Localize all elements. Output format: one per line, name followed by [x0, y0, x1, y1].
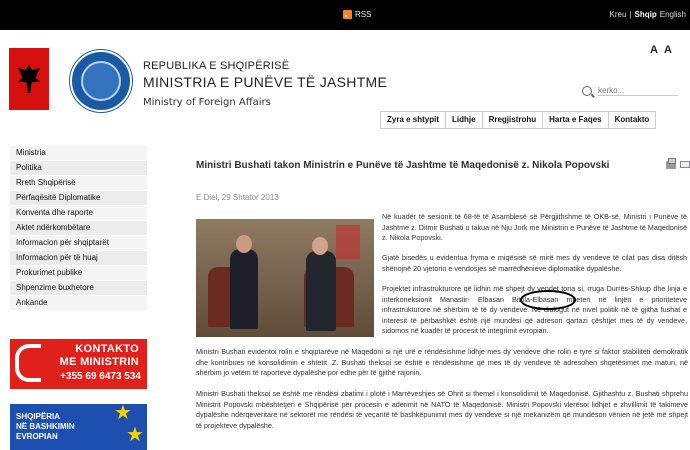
eu-line3: EVROPIAN — [16, 432, 58, 441]
nav-press-office[interactable]: Zyra e shtypit — [381, 112, 447, 128]
banner-phone: +355 69 6473 534 — [60, 371, 141, 382]
site-title[interactable]: REPUBLIKA E SHQIPËRISË MINISTRIA E PUNËV… — [143, 60, 387, 108]
search-icon[interactable] — [582, 86, 592, 96]
top-links: Kreu | Shqip English — [610, 10, 686, 19]
article-paragraph: Ministri Bushati theksoi se është me rën… — [196, 389, 688, 430]
albanian-flag-logo — [9, 48, 49, 110]
nav-sitemap[interactable]: Harta e Faqes — [543, 112, 609, 128]
lang-english[interactable]: English — [660, 10, 686, 19]
separator: | — [629, 10, 632, 19]
main-nav: Zyra e shtypit Lidhje Rregjistrohu Harta… — [380, 111, 657, 129]
article-tools — [666, 158, 690, 169]
email-icon[interactable] — [680, 161, 690, 168]
sidebar-item-prokurimet[interactable]: Prokurimet publike — [10, 266, 147, 281]
article-date: E Diel, 29 Shtator 2013 — [196, 193, 279, 202]
home-link[interactable]: Kreu — [610, 10, 627, 19]
sidebar-item-ankande[interactable]: Ankande — [10, 296, 147, 311]
print-icon[interactable] — [666, 158, 676, 169]
article-paragraph: Ministri Bushati evidentoi rolin e shqip… — [196, 347, 688, 377]
article-photo — [196, 219, 374, 337]
banner-line2: ME MINISTRIN — [59, 356, 139, 368]
font-size-controls: A A — [650, 44, 672, 56]
ministry-subtitle: Ministry of Foreign Affairs — [143, 97, 271, 108]
star-icon: ★ — [126, 424, 144, 446]
top-bar: RSS Kreu | Shqip English — [0, 0, 690, 30]
republic-title: REPUBLIKA E SHQIPËRISË — [143, 60, 290, 72]
sidebar-item-aktet[interactable]: Aktet ndërkombëtare — [10, 221, 147, 236]
article-paragraph: Në kuadër të sesionit të 68-të të Asambl… — [382, 212, 687, 242]
ministry-title: MINISTRIA E PUNËVE TË JASHTME — [143, 74, 388, 90]
nav-register[interactable]: Rregjistrohu — [483, 112, 544, 128]
sidebar-menu: Ministria Politika Rreth Shqipërisë Përf… — [10, 146, 147, 311]
sidebar-item-perfaqesite[interactable]: Përfaqësitë Diplomatike — [10, 191, 147, 206]
lang-shqip[interactable]: Shqip — [635, 10, 657, 19]
nav-links[interactable]: Lidhje — [446, 112, 483, 128]
rss-icon — [343, 10, 352, 19]
eu-line2: NË BASHKIMIN — [16, 422, 75, 431]
sidebar-item-konventa[interactable]: Konventa dhe raporte — [10, 206, 147, 221]
phone-icon — [15, 344, 41, 382]
eagle-icon — [18, 65, 40, 93]
rss-link[interactable]: RSS — [343, 10, 371, 19]
contact-minister-banner[interactable]: KONTAKTO ME MINISTRIN +355 69 6473 534 — [10, 339, 147, 389]
sidebar-item-info-huaj[interactable]: Informacion për të huaj — [10, 251, 147, 266]
sidebar-item-shpenzime[interactable]: Shpenzime buxhetore — [10, 281, 147, 296]
ministry-seal-logo — [70, 50, 132, 112]
search-box — [582, 82, 684, 100]
search-input[interactable] — [598, 86, 678, 96]
sidebar-item-rreth-shqiperise[interactable]: Rreth Shqipërisë — [10, 176, 147, 191]
banner-line1: KONTAKTO — [75, 343, 139, 355]
font-decrease-button[interactable]: A — [650, 44, 658, 56]
sidebar-item-politika[interactable]: Politika — [10, 161, 147, 176]
rss-label: RSS — [355, 10, 372, 19]
eu-line1: SHQIPËRIA — [16, 412, 61, 421]
eu-banner[interactable]: SHQIPËRIA NË BASHKIMIN EVROPIAN ★ ★ — [10, 404, 147, 450]
article-title: Ministri Bushati takon Ministrin e Punëv… — [196, 160, 610, 171]
sidebar-item-info-shqiptaret[interactable]: Informacion për shqiptarët — [10, 236, 147, 251]
highlight-circle-annotation — [520, 290, 576, 310]
nav-contact[interactable]: Kontakto — [609, 112, 656, 128]
font-increase-button[interactable]: A — [664, 44, 672, 56]
sidebar-item-ministria[interactable]: Ministria — [10, 146, 147, 161]
article-paragraph: Gjatë bisedës u evidentua fryma e miqësi… — [382, 253, 687, 273]
